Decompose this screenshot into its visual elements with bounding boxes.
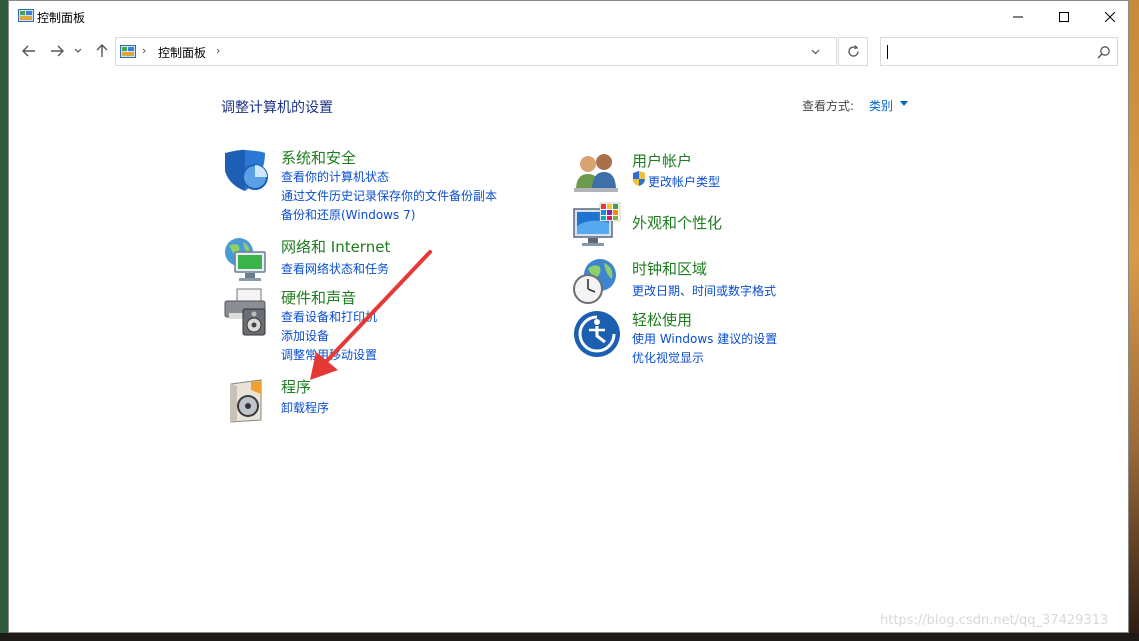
text-caret (887, 45, 888, 59)
link-backup-restore[interactable]: 备份和还原(Windows 7) (281, 206, 415, 223)
maximize-icon (1059, 11, 1069, 22)
chevron-down-icon (74, 48, 82, 53)
control-panel-icon (18, 9, 34, 22)
category-programs: 程序 卸载程序 (221, 376, 541, 426)
search-input[interactable] (880, 37, 1118, 66)
category-clock-region: 时钟和区域 更改日期、时间或数字格式 (572, 257, 892, 307)
link-uninstall-program[interactable]: 卸载程序 (281, 399, 329, 416)
title-bar[interactable]: 控制面板 (9, 1, 1128, 32)
back-button[interactable] (18, 40, 40, 62)
link-view-computer-status[interactable]: 查看你的计算机状态 (281, 168, 389, 185)
up-arrow-icon (96, 44, 108, 57)
dropdown-arrow-icon[interactable] (900, 101, 908, 106)
link-devices-printers[interactable]: 查看设备和打印机 (281, 308, 377, 325)
link-network-status-tasks[interactable]: 查看网络状态和任务 (281, 260, 389, 277)
ease-of-access-icon[interactable] (572, 309, 622, 359)
category-system-security: 系统和安全 查看你的计算机状态 通过文件历史记录保存你的文件备份副本 备份和还原… (221, 147, 541, 227)
desktop-background-right (1129, 0, 1139, 641)
breadcrumb-separator-icon[interactable]: › (142, 44, 146, 57)
link-optimize-visual-display[interactable]: 优化视觉显示 (632, 349, 704, 366)
close-icon (1105, 11, 1115, 22)
address-dropdown-button[interactable] (806, 43, 824, 61)
breadcrumb-control-panel[interactable]: 控制面板 (158, 44, 206, 61)
control-panel-window: 控制面板 › 控制面板 › 调整计算机的设置 查看方式: 类别 系统和安全 查看… (8, 0, 1129, 633)
navigation-bar: › 控制面板 › (9, 32, 1128, 72)
category-title[interactable]: 外观和个性化 (632, 212, 722, 233)
category-ease-of-access: 轻松使用 使用 Windows 建议的设置 优化视觉显示 (572, 309, 892, 369)
uac-shield-icon (633, 171, 645, 186)
category-title[interactable]: 用户帐户 (632, 150, 692, 171)
view-by-dropdown[interactable]: 类别 (869, 97, 893, 114)
window-title: 控制面板 (37, 11, 86, 25)
printer-speaker-icon[interactable] (221, 287, 271, 337)
link-change-account-type[interactable]: 更改帐户类型 (648, 173, 720, 190)
recent-locations-button[interactable] (71, 40, 85, 62)
category-title[interactable]: 网络和 Internet (281, 236, 390, 257)
minimize-button[interactable] (995, 1, 1041, 32)
category-title[interactable]: 轻松使用 (632, 309, 692, 330)
back-arrow-icon (22, 45, 35, 57)
category-title[interactable]: 程序 (281, 376, 311, 397)
page-title: 调整计算机的设置 (221, 100, 333, 116)
link-mobility-settings[interactable]: 调整常用移动设置 (281, 346, 377, 363)
category-title[interactable]: 硬件和声音 (281, 287, 356, 308)
category-network-internet: 网络和 Internet 查看网络状态和任务 (221, 236, 541, 286)
network-globe-icon[interactable] (221, 236, 271, 286)
chevron-down-icon (811, 49, 819, 55)
clock-globe-icon[interactable] (572, 257, 622, 307)
address-bar[interactable]: › 控制面板 › (115, 37, 837, 66)
maximize-button[interactable] (1041, 1, 1087, 32)
shield-icon[interactable] (221, 147, 271, 197)
programs-disc-icon[interactable] (221, 376, 271, 426)
monitor-palette-icon[interactable] (572, 201, 622, 251)
link-date-time-format[interactable]: 更改日期、时间或数字格式 (632, 282, 776, 299)
desktop-background-bottom (0, 633, 1139, 641)
close-button[interactable] (1087, 1, 1133, 32)
category-hardware-sound: 硬件和声音 查看设备和打印机 添加设备 调整常用移动设置 (221, 287, 541, 367)
view-by-label: 查看方式: (802, 99, 855, 113)
link-windows-recommended-settings[interactable]: 使用 Windows 建议的设置 (632, 330, 777, 347)
link-add-device[interactable]: 添加设备 (281, 327, 329, 344)
forward-button[interactable] (46, 40, 68, 62)
link-file-history-backup[interactable]: 通过文件历史记录保存你的文件备份副本 (281, 187, 497, 204)
desktop-background-left (0, 0, 8, 641)
category-title[interactable]: 时钟和区域 (632, 258, 707, 279)
forward-arrow-icon (51, 45, 64, 57)
refresh-icon (847, 45, 859, 57)
refresh-button[interactable] (838, 37, 868, 66)
search-icon[interactable] (1097, 45, 1111, 59)
watermark-text: https://blog.csdn.net/qq_37429313 (880, 613, 1109, 628)
category-user-accounts: 用户帐户 更改帐户类型 (572, 150, 892, 200)
breadcrumb-separator-icon[interactable]: › (216, 44, 220, 57)
category-appearance-personalization: 外观和个性化 (572, 201, 892, 251)
up-button[interactable] (91, 40, 113, 62)
category-title[interactable]: 系统和安全 (281, 147, 356, 168)
users-icon[interactable] (572, 150, 622, 200)
minimize-icon (1013, 16, 1023, 17)
control-panel-icon (120, 45, 136, 58)
